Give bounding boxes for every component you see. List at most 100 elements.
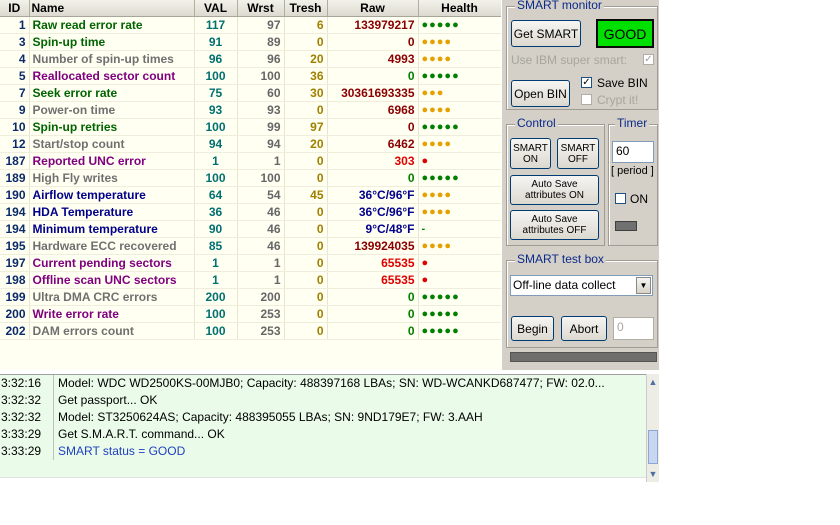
begin-button[interactable]: Begin <box>511 316 554 341</box>
log-line[interactable]: 3:33:29 SMART status = GOOD <box>0 443 646 461</box>
log-line[interactable]: 3:32:32 Get passport... OK <box>0 392 646 410</box>
open-bin-button[interactable]: Open BIN <box>511 80 570 107</box>
attribute-worst: 100 <box>237 67 285 85</box>
test-type-select[interactable]: Off-line data collect ▼ <box>510 275 653 296</box>
log-empty-line <box>0 460 646 478</box>
column-header-tresh[interactable]: Tresh <box>284 0 328 17</box>
scroll-down-arrow-icon[interactable]: ▼ <box>647 466 659 482</box>
attribute-health: ●●●●● <box>418 67 502 85</box>
attribute-worst: 54 <box>237 186 285 204</box>
column-header-id[interactable]: ID <box>0 0 30 17</box>
attribute-threshold: 0 <box>284 271 328 289</box>
table-row[interactable]: 10 Spin-up retries 100 99 97 0 ●●●●● <box>0 118 502 136</box>
attribute-worst: 100 <box>237 169 285 187</box>
smart-off-button[interactable]: SMART OFF <box>557 138 599 169</box>
attribute-raw: 133979217 <box>327 16 419 34</box>
timer-period-label: [ period ] <box>611 165 654 177</box>
attribute-id: 7 <box>0 84 30 102</box>
table-row[interactable]: 187 Reported UNC error 1 1 0 303 ● <box>0 152 502 170</box>
table-row[interactable]: 194 Minimum temperature 90 46 0 9°C/48°F - <box>0 220 502 238</box>
timer-period-input[interactable]: 60 <box>612 141 654 163</box>
ibm-super-smart-checkbox[interactable]: ✓ <box>643 54 654 65</box>
attribute-value: 100 <box>194 67 238 85</box>
attribute-threshold: 20 <box>284 50 328 68</box>
table-row[interactable]: 3 Spin-up time 91 89 0 0 ●●●● <box>0 33 502 51</box>
table-row[interactable]: 202 DAM errors count 100 253 0 0 ●●●●● <box>0 322 502 340</box>
attribute-name: Offline scan UNC sectors <box>29 271 195 289</box>
attribute-id: 190 <box>0 186 30 204</box>
scroll-thumb[interactable] <box>648 430 658 464</box>
attribute-value: 100 <box>194 169 238 187</box>
log-line[interactable]: 3:33:29 Get S.M.A.R.T. command... OK <box>0 426 646 444</box>
table-row[interactable]: 189 High Fly writes 100 100 0 0 ●●●●● <box>0 169 502 187</box>
table-row[interactable]: 1 Raw read error rate 117 97 6 133979217 ●●●●● <box>0 16 502 34</box>
ibm-super-smart-label: Use IBM super smart: <box>511 53 628 67</box>
table-row[interactable]: 197 Current pending sectors 1 1 0 65535 ● <box>0 254 502 272</box>
attribute-worst: 96 <box>237 50 285 68</box>
column-header-raw[interactable]: Raw <box>327 0 419 17</box>
attribute-value: 200 <box>194 288 238 306</box>
save-bin-checkbox[interactable]: ✓ <box>581 77 592 88</box>
attribute-name: Current pending sectors <box>29 254 195 272</box>
abort-button[interactable]: Abort <box>561 316 607 341</box>
attribute-value: 100 <box>194 305 238 323</box>
table-row[interactable]: 198 Offline scan UNC sectors 1 1 0 65535 ● <box>0 271 502 289</box>
attribute-value: 96 <box>194 50 238 68</box>
save-bin-label: Save BIN <box>597 76 648 90</box>
attribute-value: 1 <box>194 271 238 289</box>
table-row[interactable]: 194 HDA Temperature 36 46 0 36°C/96°F ●●●● <box>0 203 502 221</box>
column-header-val[interactable]: VAL <box>194 0 238 17</box>
table-row[interactable]: 200 Write error rate 100 253 0 0 ●●●●● <box>0 305 502 323</box>
attribute-health: ●●●●● <box>418 118 502 136</box>
attribute-health: ● <box>418 271 502 289</box>
table-row[interactable]: 199 Ultra DMA CRC errors 200 200 0 0 ●●●●● <box>0 288 502 306</box>
attribute-name: Spin-up time <box>29 33 195 51</box>
attribute-threshold: 0 <box>284 305 328 323</box>
timer-on-checkbox[interactable] <box>615 193 626 204</box>
attribute-health: ●●●●● <box>418 16 502 34</box>
attribute-id: 5 <box>0 67 30 85</box>
table-row[interactable]: 7 Seek error rate 75 60 30 30361693335 ●●● <box>0 84 502 102</box>
smart-on-button[interactable]: SMART ON <box>510 138 551 169</box>
column-header-name[interactable]: Name <box>29 0 195 17</box>
attribute-id: 10 <box>0 118 30 136</box>
autosave-off-button[interactable]: Auto Save attributes OFF <box>510 210 599 240</box>
attribute-id: 202 <box>0 322 30 340</box>
crypt-checkbox[interactable] <box>581 94 592 105</box>
attribute-raw: 65535 <box>327 254 419 272</box>
column-header-health[interactable]: Health <box>418 0 502 17</box>
attribute-threshold: 36 <box>284 67 328 85</box>
attribute-name: Reported UNC error <box>29 152 195 170</box>
smart-status-indicator: GOOD <box>596 19 654 48</box>
log-line[interactable]: 3:32:32 Model: ST3250624AS; Capacity: 488… <box>0 409 646 427</box>
attribute-threshold: 0 <box>284 169 328 187</box>
column-header-wrst[interactable]: Wrst <box>237 0 285 17</box>
table-row[interactable]: 195 Hardware ECC recovered 85 46 0 139924035 ●… <box>0 237 502 255</box>
table-row[interactable]: 12 Start/stop count 94 94 20 6462 ●●●● <box>0 135 502 153</box>
table-row[interactable]: 4 Number of spin-up times 96 96 20 4993 ●●●● <box>0 50 502 68</box>
attribute-id: 194 <box>0 203 30 221</box>
attribute-raw: 303 <box>327 152 419 170</box>
log-line[interactable]: 3:32:16 Model: WDC WD2500KS-00MJB0; Capac… <box>0 375 646 393</box>
table-row[interactable]: 9 Power-on time 93 93 0 6968 ●●●● <box>0 101 502 119</box>
table-row[interactable]: 5 Reallocated sector count 100 100 36 0 ●●●●● <box>0 67 502 85</box>
attribute-threshold: 0 <box>284 322 328 340</box>
scroll-up-arrow-icon[interactable]: ▲ <box>647 374 659 390</box>
attribute-value: 64 <box>194 186 238 204</box>
attribute-raw: 4993 <box>327 50 419 68</box>
attribute-name: Minimum temperature <box>29 220 195 238</box>
autosave-on-button[interactable]: Auto Save attributes ON <box>510 175 599 205</box>
table-row[interactable]: 190 Airflow temperature 64 54 45 36°C/96°F ●●●… <box>0 186 502 204</box>
attribute-health: ●●●●● <box>418 305 502 323</box>
attribute-worst: 253 <box>237 322 285 340</box>
smart-monitor-title: SMART monitor <box>515 0 604 12</box>
attribute-threshold: 0 <box>284 33 328 51</box>
attribute-name: DAM errors count <box>29 322 195 340</box>
chevron-down-icon[interactable]: ▼ <box>636 277 651 294</box>
attribute-health: ●●●●● <box>418 288 502 306</box>
attribute-id: 199 <box>0 288 30 306</box>
log-scrollbar[interactable]: ▲ ▼ <box>646 374 659 482</box>
attribute-id: 9 <box>0 101 30 119</box>
attribute-value: 100 <box>194 322 238 340</box>
get-smart-button[interactable]: Get SMART <box>511 20 581 47</box>
